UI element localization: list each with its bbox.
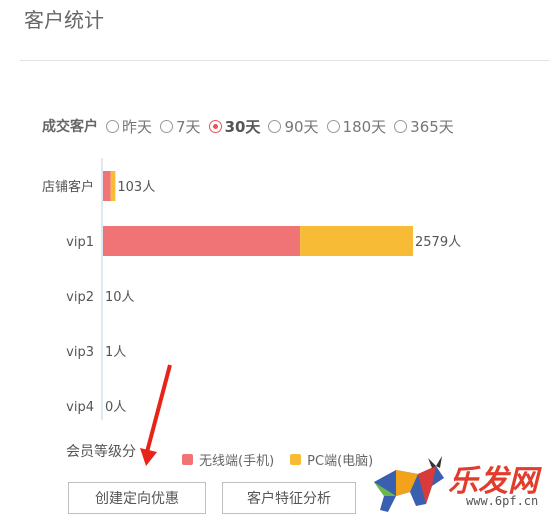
radio-icon[interactable] <box>326 119 340 133</box>
radio-selected-icon[interactable] <box>208 119 222 133</box>
filter-label: 成交客户 <box>42 119 98 135</box>
bar-segment-1-1 <box>300 226 413 256</box>
legend-swatch-pc <box>290 454 302 465</box>
radio-icon[interactable] <box>268 119 282 133</box>
radio-icon[interactable] <box>160 119 174 133</box>
divider <box>20 60 550 61</box>
data-label-4: 0人 <box>105 400 126 415</box>
data-label-3: 1人 <box>105 345 126 360</box>
arrow-head <box>140 448 157 466</box>
data-label-1: 2579人 <box>415 235 461 250</box>
range-option-7d[interactable]: 7天 <box>160 116 201 137</box>
chart-y-axis-label: 会员等级分 <box>66 444 136 460</box>
category-label-0: 店铺客户 <box>42 179 94 195</box>
bar-segment-1-0 <box>103 226 301 256</box>
bar-segment-0-1 <box>110 171 116 201</box>
date-range-filter: 成交客户 昨天 7天 30天 90天 180天 365天 <box>42 116 462 136</box>
category-label-3: vip3 <box>66 345 94 360</box>
range-option-90d[interactable]: 90天 <box>268 116 319 137</box>
logo-url: www.6pf.cn <box>466 494 539 508</box>
radio-icon[interactable] <box>106 119 119 133</box>
customer-level-bar-chart: 店铺客户 103人 vip1 2579人 vip2 10人 vip3 1人 vip4 0人 <box>42 158 461 420</box>
page-title: 客户统计 <box>24 8 104 32</box>
bar-segment-0-0 <box>103 171 111 201</box>
radio-icon[interactable] <box>394 119 408 133</box>
legend-item-pc[interactable]: PC端(电脑) <box>290 450 373 469</box>
category-label-1: vip1 <box>66 235 94 250</box>
category-label-2: vip2 <box>66 290 94 305</box>
customer-analysis-button[interactable]: 客户特征分析 <box>222 482 356 514</box>
create-targeted-offer-button[interactable]: 创建定向优惠 <box>68 482 206 514</box>
range-option-180d[interactable]: 180天 <box>326 116 386 137</box>
range-option-yesterday[interactable]: 昨天 <box>106 116 152 137</box>
data-label-0: 103人 <box>117 180 155 195</box>
legend-item-mobile[interactable]: 无线端(手机) <box>182 450 274 469</box>
chart-legend: 无线端(手机) PC端(电脑) <box>182 450 389 469</box>
legend-swatch-mobile <box>182 454 193 465</box>
category-label-4: vip4 <box>66 400 94 415</box>
range-option-365d[interactable]: 365天 <box>394 116 454 137</box>
data-label-2: 10人 <box>105 290 135 305</box>
range-option-30d[interactable]: 30天 <box>208 116 260 137</box>
